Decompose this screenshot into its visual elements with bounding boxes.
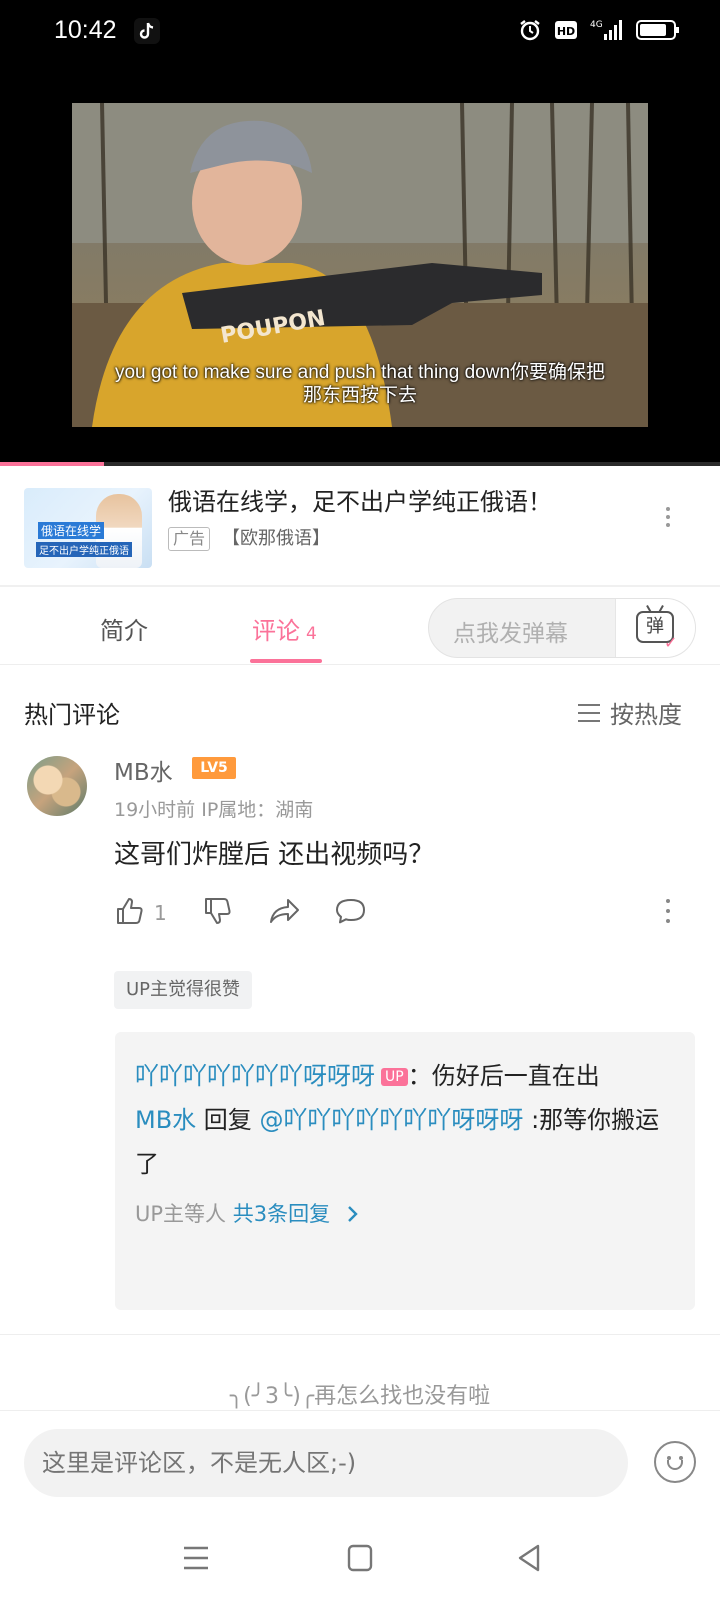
hot-comments-title: 热门评论: [24, 701, 120, 729]
thumbs-up-icon: [114, 895, 146, 931]
subtitle-line: you got to make sure and push that thing…: [114, 362, 606, 383]
ad-title[interactable]: 俄语在线学，足不出户学纯正俄语！: [168, 482, 552, 517]
reply-text: ：伤好后一直在出: [407, 1062, 600, 1090]
more-vertical-icon[interactable]: [660, 504, 676, 534]
ad-source: 【欧那俄语】: [222, 528, 330, 549]
home-icon[interactable]: [340, 1540, 380, 1576]
hd-icon: HD: [554, 19, 578, 45]
svg-text:HD: HD: [557, 25, 575, 38]
dislike-button[interactable]: [202, 893, 234, 933]
tab-comments-label: 评论: [252, 617, 300, 645]
reply-verb: 回复: [196, 1106, 260, 1134]
share-button[interactable]: [268, 893, 302, 933]
subtitle-line: 那东西按下去: [302, 385, 417, 406]
like-count: 1: [154, 901, 167, 925]
comment-text[interactable]: 这哥们炸膛后 还出视频吗？: [114, 834, 434, 871]
thumbs-down-icon: [202, 895, 234, 931]
like-button[interactable]: 1: [114, 893, 167, 933]
reply-summary-prefix: UP主等人: [135, 1202, 233, 1226]
share-icon: [268, 895, 302, 931]
end-of-comments-text: ╮(╯3╰)╭再怎么找也没有啦: [229, 1384, 491, 1409]
comment-meta: 19小时前 IP属地：湖南: [114, 799, 314, 821]
tab-active-indicator: [250, 659, 322, 663]
danmu-toggle-button[interactable]: 弹 ✓: [615, 599, 695, 657]
level-badge: LV5: [192, 757, 236, 779]
reply-item[interactable]: 吖吖吖吖吖吖吖呀呀呀 UP ：伤好后一直在出: [135, 1054, 675, 1098]
sort-label: 按热度: [610, 701, 682, 729]
tab-comments[interactable]: 评论 4: [252, 611, 317, 646]
status-indicators: HD 4G: [518, 18, 680, 46]
tiktok-icon: [134, 18, 160, 44]
tab-bar: 简介 评论 4 点我发弹幕 弹 ✓: [0, 589, 720, 665]
status-bar: 10:42 HD 4G: [0, 0, 720, 64]
sort-lines-icon: [578, 703, 600, 722]
comment-actions: 1: [114, 893, 704, 933]
system-nav-bar: [0, 1516, 720, 1600]
video-player[interactable]: 10:42 HD 4G POUPON you got to make sure …: [0, 0, 720, 466]
back-icon[interactable]: [510, 1540, 550, 1576]
video-subtitle: you got to make sure and push that thing…: [72, 361, 648, 407]
sort-button[interactable]: 按热度: [578, 695, 682, 730]
video-progress-fill: [0, 462, 105, 466]
status-time: 10:42: [54, 16, 117, 44]
ad-thumbnail[interactable]: 俄语在线学 足不出户学纯正俄语: [24, 488, 152, 568]
comment-bubble-icon: [334, 895, 368, 931]
reply-button[interactable]: [334, 893, 368, 933]
danmu-placeholder: 点我发弹幕: [453, 621, 568, 647]
tab-intro[interactable]: 简介: [100, 611, 148, 646]
ad-thumbnail-line1: 俄语在线学: [38, 522, 105, 539]
battery-icon: [636, 19, 680, 45]
ad-thumbnail-line2: 足不出户学纯正俄语: [36, 542, 132, 557]
video-frame[interactable]: POUPON you got to make sure and push tha…: [72, 103, 648, 427]
reply-username[interactable]: MB水: [135, 1106, 196, 1134]
video-progress-bar[interactable]: [0, 462, 720, 466]
danmu-input[interactable]: 点我发弹幕 弹 ✓: [428, 598, 696, 658]
check-icon: ✓: [664, 633, 678, 652]
signal-4g-icon: 4G: [590, 18, 624, 46]
reply-mention[interactable]: @吖吖吖吖吖吖吖呀呀呀: [259, 1106, 523, 1134]
reply-summary[interactable]: UP主等人 共3条回复: [135, 1198, 675, 1228]
comment-input-bar: [0, 1410, 720, 1516]
chevron-right-icon: [347, 1206, 358, 1222]
ad-card[interactable]: 俄语在线学 足不出户学纯正俄语 俄语在线学，足不出户学纯正俄语！ 广告 【欧那俄…: [0, 470, 720, 587]
up-liked-tag: UP主觉得很赞: [114, 971, 253, 1009]
comment-username[interactable]: MB水: [114, 753, 173, 787]
divider: [0, 1334, 720, 1335]
menu-icon[interactable]: [176, 1540, 216, 1576]
reply-item[interactable]: MB水 回复 @吖吖吖吖吖吖吖呀呀呀 :那等你搬运了: [135, 1098, 675, 1186]
reply-username[interactable]: 吖吖吖吖吖吖吖呀呀呀: [135, 1062, 375, 1090]
tab-comments-count: 4: [306, 624, 317, 644]
alarm-icon: [518, 18, 542, 46]
comment-input[interactable]: [24, 1429, 628, 1497]
replies-preview[interactable]: 吖吖吖吖吖吖吖呀呀呀 UP ：伤好后一直在出 MB水 回复 @吖吖吖吖吖吖吖呀呀呀 …: [115, 1032, 695, 1310]
emoji-icon[interactable]: [654, 1441, 696, 1483]
svg-text:4G: 4G: [590, 20, 603, 30]
up-badge: UP: [381, 1068, 408, 1086]
view-all-replies-link[interactable]: 共3条回复: [233, 1202, 330, 1226]
more-vertical-icon[interactable]: [664, 897, 672, 927]
avatar[interactable]: [27, 756, 87, 816]
ad-badge: 广告: [168, 527, 211, 551]
